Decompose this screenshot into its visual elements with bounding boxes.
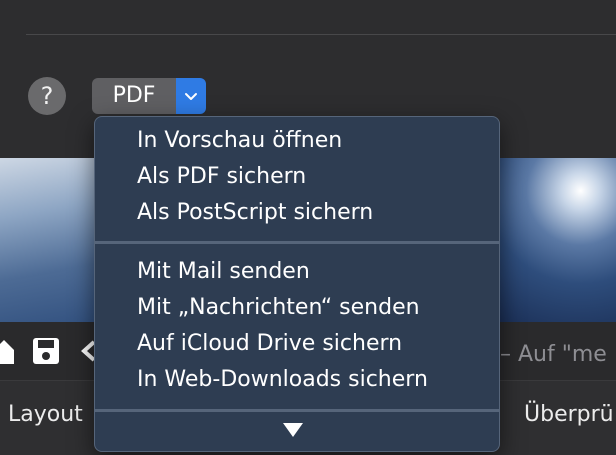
menu-item-send-via-mail[interactable]: Mit Mail senden (137, 257, 310, 287)
menu-item-save-as-pdf[interactable]: Als PDF sichern (137, 162, 306, 192)
home-icon[interactable] (0, 336, 14, 366)
background-earth-image-right (498, 158, 616, 322)
menu-separator (95, 241, 499, 244)
menu-item-save-to-icloud[interactable]: Auf iCloud Drive sichern (137, 329, 402, 359)
pdf-dropdown-toggle[interactable] (176, 78, 206, 114)
pdf-dropdown-menu: In Vorschau öffnen Als PDF sichern Als P… (94, 116, 500, 452)
menu-item-send-via-messages[interactable]: Mit „Nachrichten“ senden (137, 293, 420, 323)
question-icon: ? (40, 82, 54, 110)
pdf-button-label[interactable]: PDF (92, 78, 176, 114)
chevron-down-icon (185, 93, 197, 100)
menu-item-save-as-postscript[interactable]: Als PostScript sichern (137, 198, 373, 228)
search-field-hint[interactable]: – Auf "me (500, 342, 607, 367)
menu-item-save-to-downloads[interactable]: In Web-Downloads sichern (137, 365, 428, 395)
menu-item-open-in-preview[interactable]: In Vorschau öffnen (137, 126, 342, 156)
triangle-down-icon[interactable] (283, 423, 303, 437)
tab-layout[interactable]: Layout (8, 402, 83, 427)
floppy-disk-icon[interactable] (32, 337, 60, 365)
tab-review[interactable]: Überprü (524, 402, 614, 427)
help-button[interactable]: ? (28, 77, 66, 115)
dialog-divider (26, 34, 616, 35)
menu-separator (95, 409, 499, 412)
pdf-menu-button[interactable]: PDF (92, 78, 206, 114)
